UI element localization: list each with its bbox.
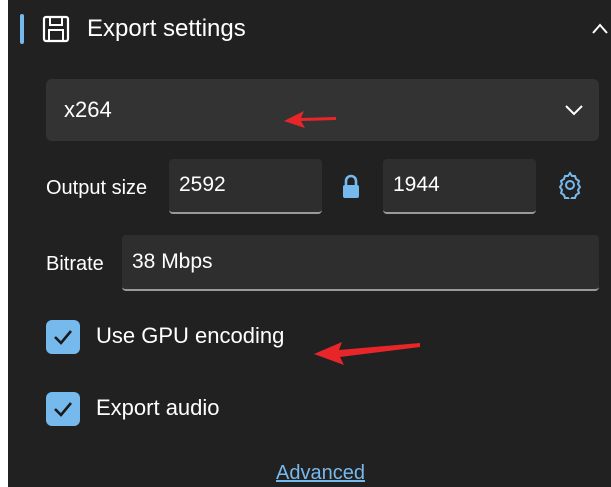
checkmark-icon: [54, 402, 72, 417]
section-title: Export settings: [87, 15, 246, 42]
lock-icon[interactable]: [341, 174, 361, 200]
output-size-label: Output size: [46, 177, 148, 199]
bitrate-label: Bitrate: [46, 253, 104, 275]
advanced-link[interactable]: Advanced: [276, 460, 365, 486]
export-audio-label[interactable]: Export audio: [96, 395, 220, 421]
export-audio-checkbox[interactable]: [46, 392, 80, 426]
checkmark-icon: [54, 330, 72, 345]
export-settings-panel: Export settings x264 Output size 2592 19…: [8, 0, 611, 487]
bitrate-field[interactable]: 38 Mbps: [122, 235, 599, 291]
output-width-field[interactable]: 2592: [169, 159, 322, 214]
section-accent-bar: [20, 14, 24, 44]
save-icon: [42, 15, 70, 43]
output-height-value: 1944: [393, 173, 440, 196]
bitrate-value: 38 Mbps: [132, 250, 213, 273]
gpu-encoding-label[interactable]: Use GPU encoding: [96, 323, 284, 349]
output-height-field[interactable]: 1944: [383, 159, 536, 214]
chevron-down-icon: [565, 105, 583, 116]
encoder-dropdown[interactable]: x264: [46, 79, 599, 141]
encoder-selected-value: x264: [64, 97, 112, 122]
chevron-up-icon[interactable]: [590, 20, 610, 38]
output-width-value: 2592: [179, 173, 226, 196]
gear-icon[interactable]: [556, 171, 584, 199]
gpu-encoding-checkbox[interactable]: [46, 320, 80, 354]
